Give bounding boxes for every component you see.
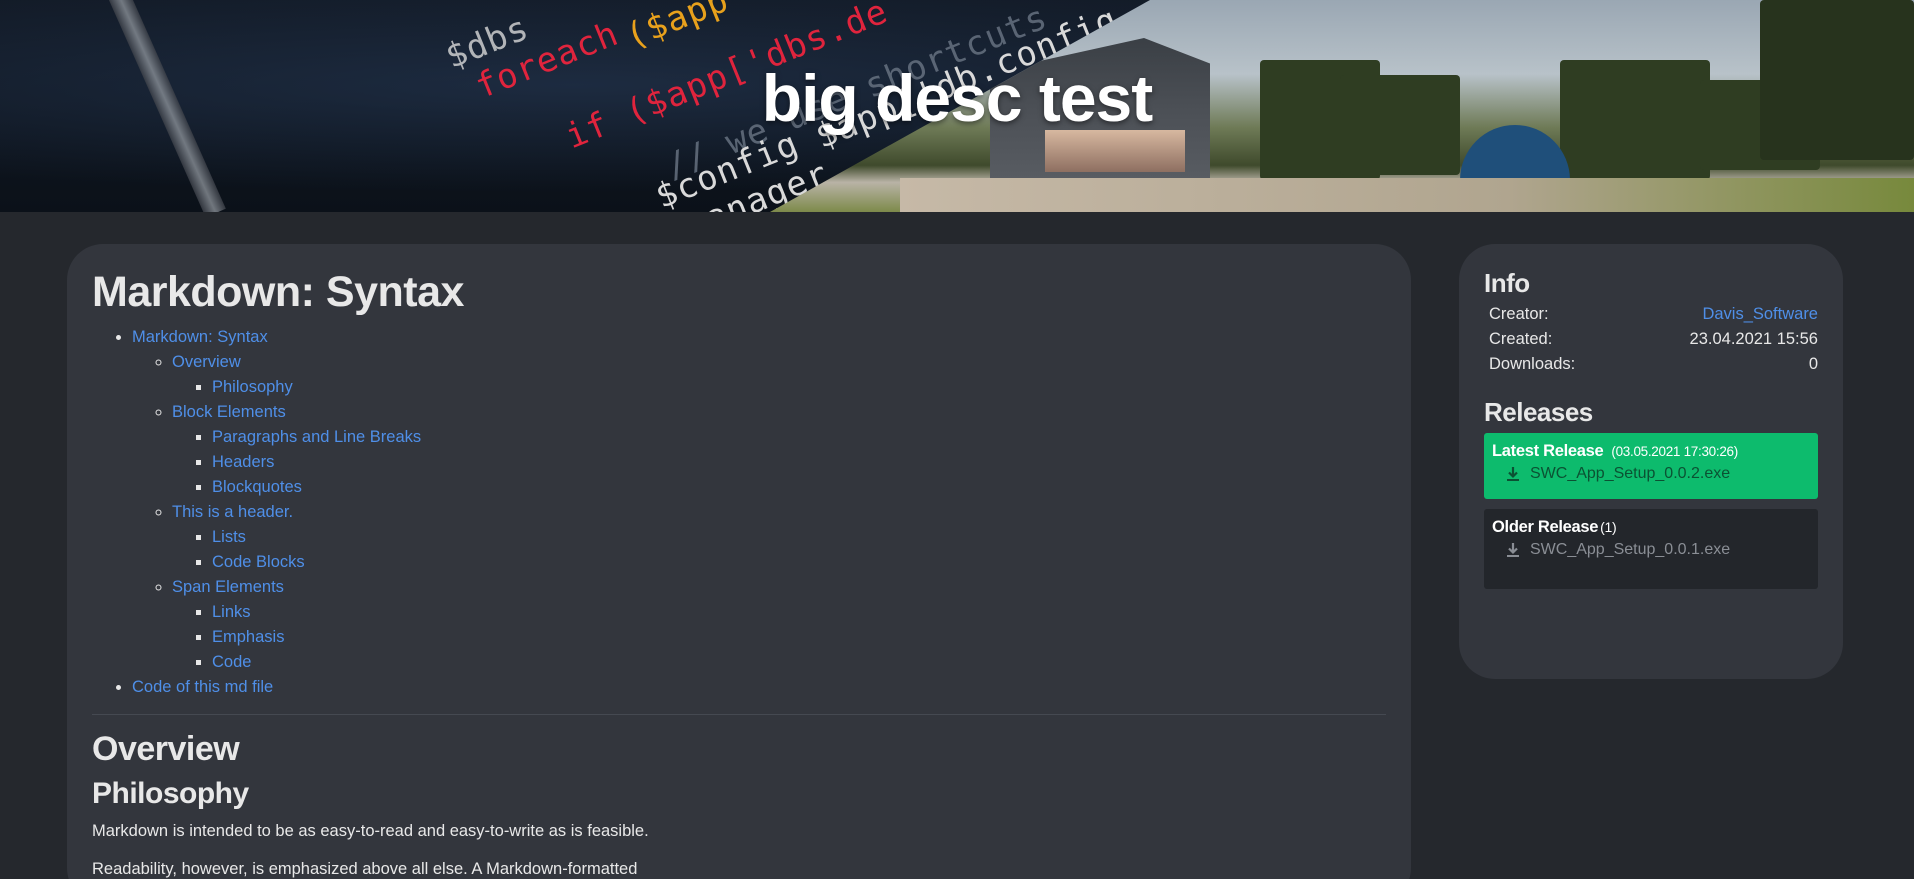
page-title: big desc test bbox=[761, 61, 1153, 135]
toc-item: Span Elements Links Emphasis Code bbox=[172, 575, 1386, 675]
toc-link-span-elements[interactable]: Span Elements bbox=[172, 578, 284, 596]
toc-item: Block Elements Paragraphs and Line Break… bbox=[172, 400, 1386, 500]
toc-item: Links bbox=[212, 600, 1386, 625]
toc-item: Philosophy bbox=[212, 375, 1386, 400]
created-value: 23.04.2021 15:56 bbox=[1689, 330, 1818, 348]
paragraph: Readability, however, is emphasized abov… bbox=[92, 859, 638, 878]
downloads-label: Downloads: bbox=[1489, 355, 1576, 373]
toc-link-blockquotes[interactable]: Blockquotes bbox=[212, 478, 302, 496]
download-icon bbox=[1507, 543, 1519, 557]
description-title: Markdown: Syntax bbox=[92, 268, 464, 316]
toc-item: Markdown: Syntax Overview Philosophy Blo… bbox=[132, 325, 1386, 675]
overview-heading: Overview bbox=[92, 730, 240, 769]
download-icon bbox=[1507, 467, 1519, 481]
older-release-file[interactable]: SWC_App_Setup_0.0.1.exe bbox=[1530, 541, 1730, 559]
toc-link-markdown-syntax[interactable]: Markdown: Syntax bbox=[132, 328, 268, 346]
latest-release-date: (03.05.2021 17:30:26) bbox=[1611, 444, 1738, 459]
toc-item: Emphasis bbox=[212, 625, 1386, 650]
toc-item: This is a header. Lists Code Blocks bbox=[172, 500, 1386, 575]
paragraph: Markdown is intended to be as easy-to-re… bbox=[92, 821, 649, 840]
toc-link-overview[interactable]: Overview bbox=[172, 353, 241, 371]
toc-link-lists[interactable]: Lists bbox=[212, 528, 246, 546]
older-release-download[interactable]: SWC_App_Setup_0.0.1.exe bbox=[1492, 541, 1810, 559]
banner: $dbs foreach ($app if ($app['dbs.de // w… bbox=[0, 0, 1914, 212]
toc-item: Code bbox=[212, 650, 1386, 675]
philosophy-heading: Philosophy bbox=[92, 776, 249, 810]
toc-link-code-of-md-file[interactable]: Code of this md file bbox=[132, 678, 273, 696]
info-row-creator: Creator: Davis_Software bbox=[1484, 302, 1818, 327]
toc-link-philosophy[interactable]: Philosophy bbox=[212, 378, 293, 396]
toc-link-links[interactable]: Links bbox=[212, 603, 251, 621]
latest-release-file[interactable]: SWC_App_Setup_0.0.2.exe bbox=[1530, 465, 1730, 483]
table-of-contents: Markdown: Syntax Overview Philosophy Blo… bbox=[92, 325, 1386, 700]
toc-link-block-elements[interactable]: Block Elements bbox=[172, 403, 286, 421]
created-label: Created: bbox=[1489, 330, 1553, 348]
toc-item: Code Blocks bbox=[212, 550, 1386, 575]
creator-label: Creator: bbox=[1489, 305, 1549, 323]
older-release-label: Older Release bbox=[1492, 518, 1599, 536]
toc-item: Code of this md file bbox=[132, 675, 1386, 700]
toc-item: Overview Philosophy bbox=[172, 350, 1386, 400]
info-row-created: Created: 23.04.2021 15:56 bbox=[1484, 327, 1818, 352]
toc-item: Lists bbox=[212, 525, 1386, 550]
older-release-box: Older Release (1) SWC_App_Setup_0.0.1.exe bbox=[1484, 509, 1818, 589]
releases-heading: Releases bbox=[1484, 397, 1593, 427]
toc-link-paragraphs[interactable]: Paragraphs and Line Breaks bbox=[212, 428, 421, 446]
info-heading: Info bbox=[1484, 268, 1530, 298]
toc-item: Paragraphs and Line Breaks bbox=[212, 425, 1386, 450]
downloads-value: 0 bbox=[1808, 355, 1818, 373]
latest-release-label: Latest Release bbox=[1492, 442, 1604, 460]
toc-link-headers[interactable]: Headers bbox=[212, 453, 274, 471]
section-divider bbox=[92, 714, 1386, 716]
info-row-downloads: Downloads: 0 bbox=[1484, 352, 1818, 377]
toc-link-emphasis[interactable]: Emphasis bbox=[212, 628, 284, 646]
toc-link-this-is-a-header[interactable]: This is a header. bbox=[172, 503, 293, 521]
toc-link-code[interactable]: Code bbox=[212, 653, 251, 671]
toc-item: Headers bbox=[212, 450, 1386, 475]
toc-item: Blockquotes bbox=[212, 475, 1386, 500]
older-release-count: (1) bbox=[1600, 519, 1617, 535]
latest-release-box: Latest Release (03.05.2021 17:30:26) SWC_… bbox=[1484, 433, 1818, 499]
info-card: Info Creator: Davis_Software Created: 23… bbox=[1459, 244, 1843, 679]
creator-link[interactable]: Davis_Software bbox=[1702, 305, 1818, 323]
latest-release-download[interactable]: SWC_App_Setup_0.0.2.exe bbox=[1492, 465, 1810, 483]
toc-link-code-blocks[interactable]: Code Blocks bbox=[212, 553, 305, 571]
description-card: Markdown: Syntax Markdown: Syntax Overvi… bbox=[67, 244, 1411, 879]
